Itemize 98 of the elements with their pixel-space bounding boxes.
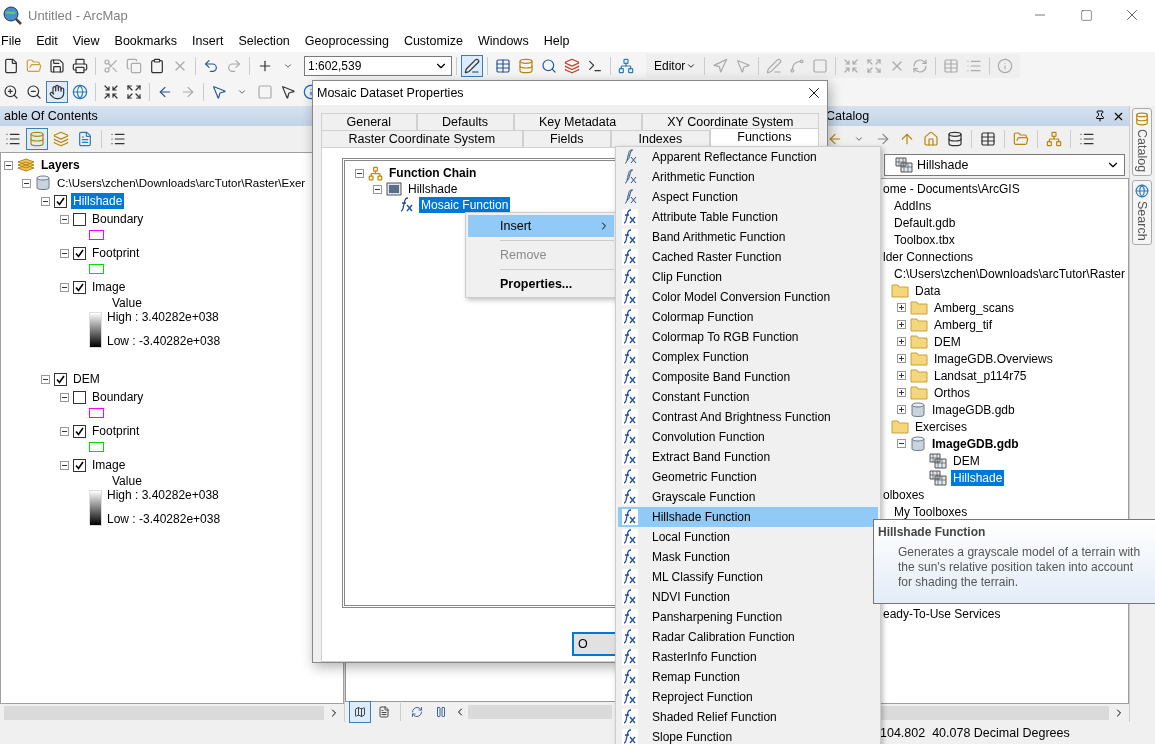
tree-item[interactable]: Orthos [932, 384, 972, 401]
tooltip-title: Hillshade Function [878, 525, 987, 539]
tree-item[interactable]: C:\Users\zchen\Downloads\arcTutor\Raster [892, 265, 1127, 282]
menu-item[interactable]: Properties... [468, 273, 614, 295]
menu-item[interactable]: Grayscale Function [618, 487, 878, 507]
menu-item[interactable]: Pansharpening Function [618, 607, 878, 627]
menu-item[interactable]: NDVI Function [618, 587, 878, 607]
scale-field[interactable]: 1:602,539 [304, 56, 452, 76]
menu-item[interactable]: Remap Function [618, 667, 878, 687]
tab[interactable]: General [321, 113, 417, 130]
menu-item[interactable]: Complex Function [618, 347, 878, 367]
menu-item[interactable]: Extract Band Function [618, 447, 878, 467]
tree-item[interactable]: Toolbox.tbx [892, 231, 957, 248]
menu-item[interactable]: Aspect Function [618, 187, 878, 207]
menu-item[interactable]: Color Model Conversion Function [618, 287, 878, 307]
menu-item[interactable]: Band Arithmetic Function [618, 227, 878, 247]
tree-item[interactable]: AddIns [892, 197, 934, 214]
sublayer-name[interactable]: Footprint [90, 423, 142, 439]
tab[interactable]: Defaults [416, 113, 514, 130]
editor-menu[interactable]: Editor [654, 59, 686, 73]
tree-item[interactable]: Mosaic Function [419, 197, 511, 213]
menu-item[interactable]: Hillshade Function [618, 507, 878, 527]
menu-item[interactable]: Slope Function [618, 727, 878, 744]
tab[interactable]: Raster Coordinate System [321, 130, 523, 147]
menu-item[interactable]: File [0, 34, 29, 48]
menu-item[interactable]: Geometric Function [618, 467, 878, 487]
layer-name[interactable]: Hillshade [71, 193, 125, 209]
panel-title: Catalog [826, 109, 871, 123]
legend-heading: Value [111, 474, 143, 488]
tree-item[interactable]: olboxes [881, 486, 927, 503]
tree-item[interactable]: Exercises [913, 418, 969, 435]
tree-item[interactable]: lder Connections [881, 248, 976, 265]
menu-item[interactable]: Local Function [618, 527, 878, 547]
tree-item[interactable]: ome - Documents\ArcGIS [881, 180, 1022, 197]
tree-item[interactable]: Data [913, 282, 943, 299]
tree-item[interactable]: Function Chain [387, 165, 479, 181]
tree-item[interactable]: C:\Users\zchen\Downloads\arcTutor\Raster\Exer [55, 176, 308, 190]
menu-item[interactable]: Colormap To RGB Function [618, 327, 878, 347]
side-tab[interactable]: Search [1132, 180, 1152, 245]
menu-item[interactable]: Cached Raster Function [618, 247, 878, 267]
menu-item[interactable]: Reproject Function [618, 687, 878, 707]
menu-item[interactable]: Arithmetic Function [618, 167, 878, 187]
menu-item[interactable]: Convolution Function [618, 427, 878, 447]
menu-item[interactable]: Insert [468, 215, 614, 237]
menu-item[interactable]: View [71, 34, 107, 48]
panel-title: able Of Contents [4, 109, 99, 123]
menu-item[interactable]: Edit [35, 34, 65, 48]
tree-item[interactable]: Hillshade [406, 181, 460, 197]
sublayer-name[interactable]: Boundary [90, 211, 146, 227]
tree-item[interactable]: ImageGDB.Overviews [932, 350, 1055, 367]
menu-item[interactable]: Selection [237, 34, 297, 48]
menu-item[interactable]: Bookmarks [113, 34, 185, 48]
menu-item[interactable]: Mask Function [618, 547, 878, 567]
layer-name[interactable]: DEM [71, 371, 102, 387]
location-field[interactable]: Hillshade [884, 154, 1125, 176]
menu-item[interactable]: Contrast And Brightness Function [618, 407, 878, 427]
tree-item[interactable]: Hillshade [951, 469, 1005, 486]
tree-item[interactable]: Default.gdb [892, 214, 958, 231]
dialog-title: Mosaic Dataset Properties [317, 86, 464, 100]
tree-item[interactable]: DEM [932, 333, 963, 350]
tree-item[interactable]: Landsat_p114r75 [932, 367, 1029, 384]
sublayer-name[interactable]: Image [90, 457, 128, 473]
tree-item[interactable]: DEM [951, 452, 982, 469]
legend-low: Low : -3.40282e+038 [107, 512, 222, 526]
legend-heading: Value [111, 296, 143, 310]
menu-item[interactable]: Customize [402, 34, 470, 48]
menu-item[interactable]: Insert [191, 34, 231, 48]
tree-item[interactable]: Amberg_tif [932, 316, 995, 333]
tree-item[interactable]: Amberg_scans [932, 299, 1017, 316]
tree-item[interactable]: eady-To-Use Services [881, 605, 1003, 622]
tree-item[interactable]: ImageGDB.gdb [930, 401, 1017, 418]
status-text: 104.802 40.078 Decimal Degrees [880, 726, 1071, 740]
menu-item[interactable]: Geoprocessing [303, 34, 396, 48]
legend-high: High : 3.40282e+038 [107, 310, 220, 324]
legend-low: Low : -3.40282e+038 [107, 334, 222, 348]
menu-item[interactable]: Help [542, 34, 577, 48]
window-title: Untitled - ArcMap [28, 7, 128, 23]
tab[interactable]: Fields [522, 130, 611, 147]
menu-item[interactable]: Attribute Table Function [618, 207, 878, 227]
sublayer-name[interactable]: Image [90, 279, 128, 295]
tooltip-text: Generates a grayscale model of a terrain with the sun's relative position taken into account for shading the terrain. [897, 545, 1142, 590]
tree-item[interactable]: My Toolboxes [892, 503, 970, 520]
menu-item[interactable]: Shaded Relief Function [618, 707, 878, 727]
menu-item[interactable]: Apparent Reflectance Function [618, 147, 878, 167]
menu-item[interactable]: Windows [476, 34, 536, 48]
menu-item[interactable]: Clip Function [618, 267, 878, 287]
legend-high: High : 3.40282e+038 [107, 488, 220, 502]
menu-item[interactable]: ML Classify Function [618, 567, 878, 587]
menu-item[interactable]: Colormap Function [618, 307, 878, 327]
tree-item[interactable]: ImageGDB.gdb [930, 435, 1021, 452]
menu-item[interactable]: Constant Function [618, 387, 878, 407]
menu-item[interactable]: Composite Band Function [618, 367, 878, 387]
sublayer-name[interactable]: Boundary [90, 389, 146, 405]
tab[interactable]: XY Coordinate System [641, 113, 820, 130]
tab[interactable]: Key Metadata [513, 113, 642, 130]
tree-item[interactable]: Layers [39, 157, 82, 173]
side-tab[interactable]: Catalog [1132, 108, 1152, 177]
sublayer-name[interactable]: Footprint [90, 245, 142, 261]
